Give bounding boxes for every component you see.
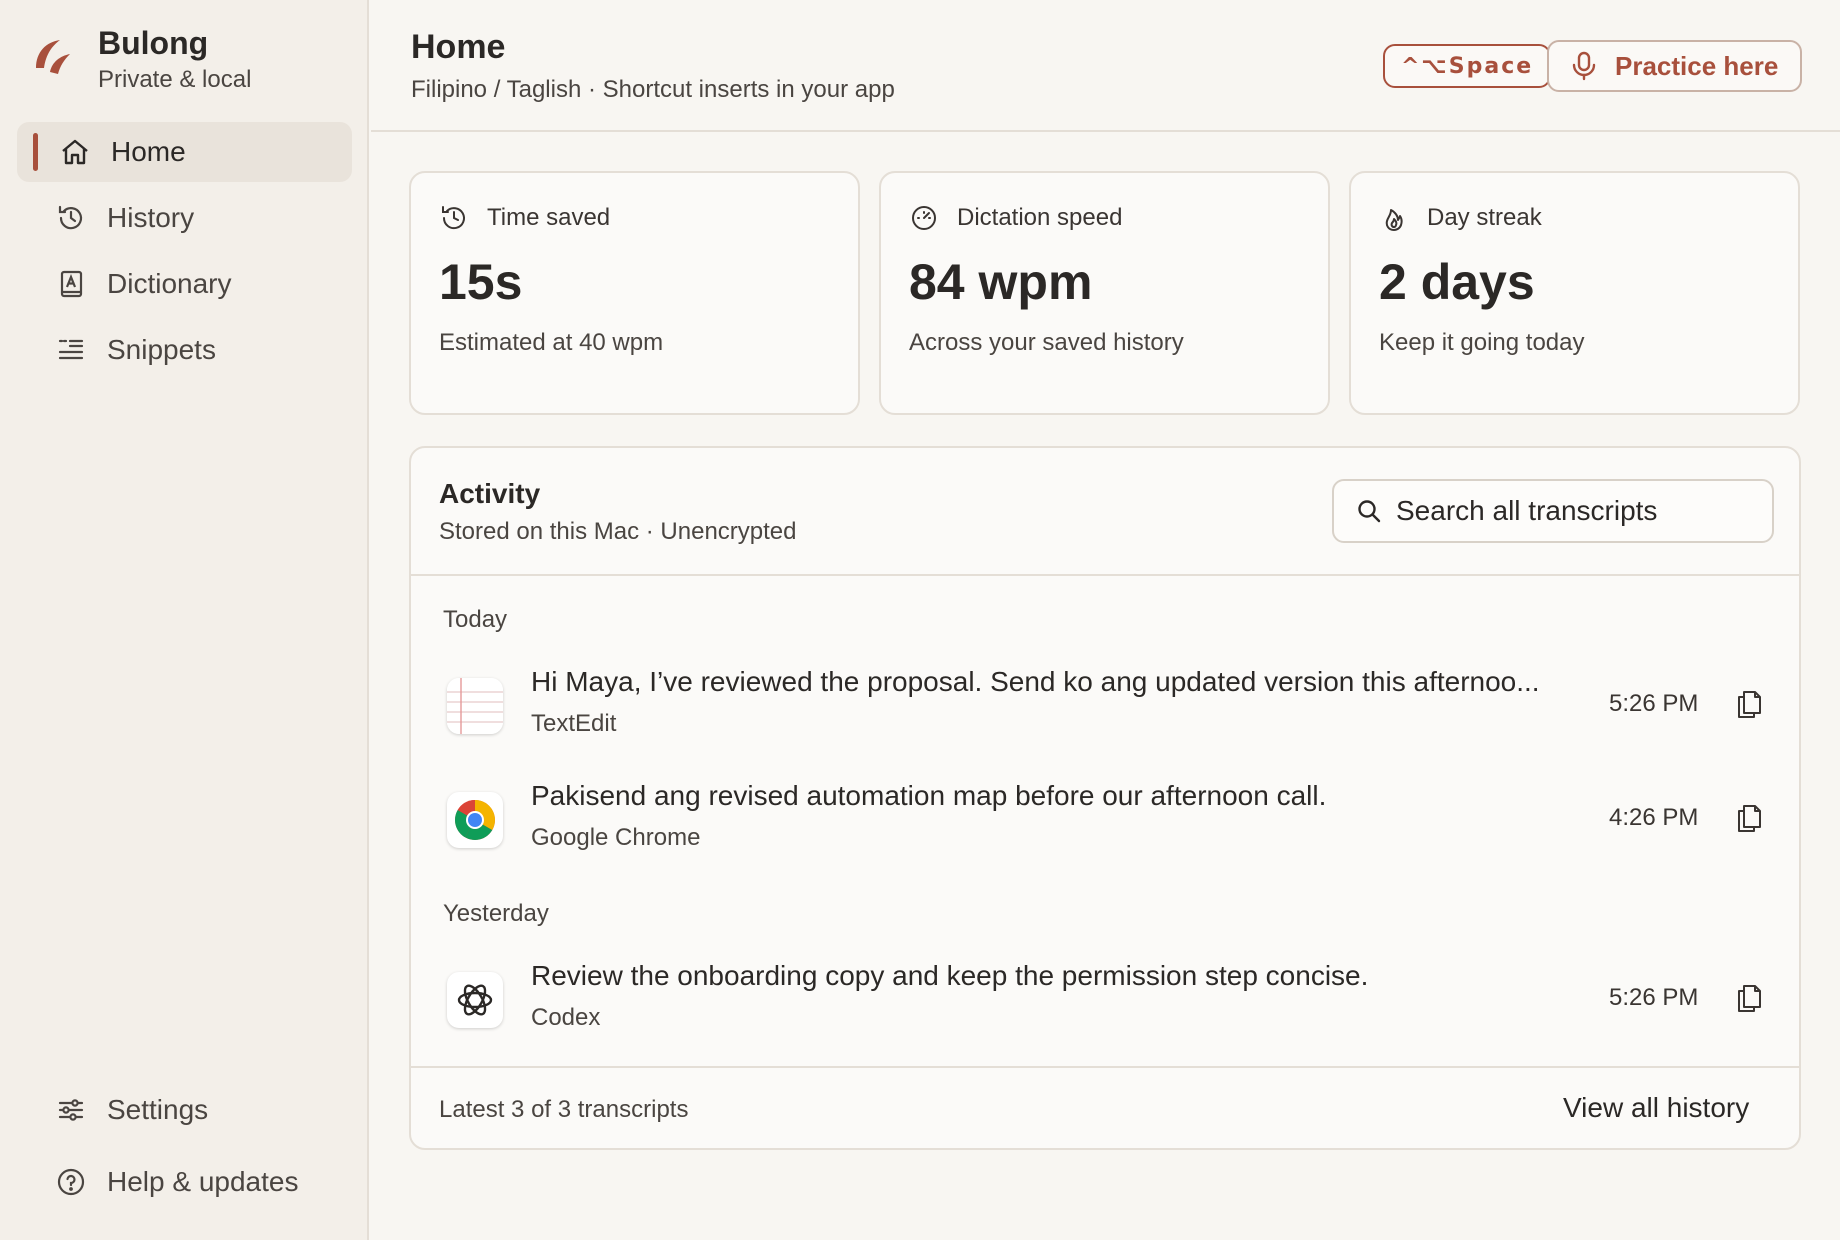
group-label-today: Today xyxy=(443,606,508,633)
stat-note: Across your saved history xyxy=(909,329,1184,356)
copy-icon xyxy=(1738,691,1761,718)
sidebar-nav: Home History Dictionary Snippets xyxy=(17,122,352,386)
stat-value: 2 days xyxy=(1379,254,1535,310)
stat-label: Time saved xyxy=(487,204,611,231)
group-label-yesterday: Yesterday xyxy=(443,900,549,927)
activity-subtitle: Stored on this Mac · Unencrypted xyxy=(439,518,797,545)
transcript-time: 4:26 PM xyxy=(1609,804,1699,831)
stat-label: Day streak xyxy=(1427,204,1542,231)
stat-label: Dictation speed xyxy=(957,204,1123,231)
app-name: Bulong xyxy=(98,25,209,61)
copy-button[interactable] xyxy=(1731,686,1767,722)
app-tagline: Private & local xyxy=(98,66,252,93)
clock-rewind-icon xyxy=(442,206,465,230)
copy-button[interactable] xyxy=(1731,980,1767,1016)
transcript-count: Latest 3 of 3 transcripts xyxy=(439,1096,689,1123)
page-title: Home xyxy=(411,28,506,66)
codex-icon xyxy=(447,972,503,1028)
activity-panel: Activity Stored on this Mac · Unencrypte… xyxy=(409,446,1801,1150)
sidebar-item-label: History xyxy=(107,202,195,233)
microphone-icon xyxy=(1572,51,1596,81)
sidebar-item-history[interactable]: History xyxy=(17,188,352,248)
sliders-icon xyxy=(55,1094,87,1126)
textedit-icon xyxy=(447,678,503,734)
list-item[interactable]: Pakisend ang revised automation map befo… xyxy=(411,778,1799,878)
stat-note: Estimated at 40 wpm xyxy=(439,329,664,356)
practice-button-label: Practice here xyxy=(1615,50,1779,81)
search-box[interactable] xyxy=(1332,479,1774,543)
home-icon xyxy=(59,136,91,168)
sidebar-item-help[interactable]: Help & updates xyxy=(17,1152,352,1212)
transcript-text: Review the onboarding copy and keep the … xyxy=(531,960,1369,991)
sidebar-item-label: Snippets xyxy=(107,334,216,365)
copy-icon xyxy=(1738,985,1761,1012)
stat-value: 15s xyxy=(439,254,523,310)
sidebar: Bulong Private & local Home History Dict… xyxy=(0,0,369,1240)
sidebar-item-label: Settings xyxy=(107,1094,209,1125)
sidebar-item-label: Home xyxy=(111,136,186,167)
transcript-app: TextEdit xyxy=(531,710,617,737)
transcript-time: 5:26 PM xyxy=(1609,690,1699,717)
transcript-app: Google Chrome xyxy=(531,824,701,851)
history-icon xyxy=(55,202,87,234)
chrome-icon xyxy=(447,792,503,848)
sidebar-item-home[interactable]: Home xyxy=(17,122,352,182)
flame-icon xyxy=(1385,209,1403,231)
search-icon xyxy=(1358,500,1381,523)
activity-title: Activity xyxy=(439,478,541,509)
stat-value: 84 wpm xyxy=(909,254,1093,310)
snippets-icon xyxy=(55,334,87,366)
search-input[interactable] xyxy=(1396,495,1756,527)
view-all-history-link[interactable]: View all history xyxy=(1563,1092,1749,1124)
transcript-time: 5:26 PM xyxy=(1609,984,1699,1011)
sidebar-item-label: Help & updates xyxy=(107,1166,299,1197)
stat-card-time-saved: Time saved 15s Estimated at 40 wpm xyxy=(409,171,860,415)
transcript-text: Pakisend ang revised automation map befo… xyxy=(531,780,1327,811)
divider xyxy=(411,574,1799,576)
sidebar-bottom-nav: Settings Help & updates xyxy=(17,1080,352,1224)
shortcut-badge[interactable]: ^⌥Space xyxy=(1383,44,1552,88)
bulong-logo-icon xyxy=(36,40,70,74)
stat-card-dictation-speed: Dictation speed 84 wpm Across your saved… xyxy=(879,171,1330,415)
sidebar-item-label: Dictionary xyxy=(107,268,232,299)
transcript-text: Hi Maya, I’ve reviewed the proposal. Sen… xyxy=(531,666,1540,697)
copy-button[interactable] xyxy=(1731,800,1767,836)
list-item[interactable]: Review the onboarding copy and keep the … xyxy=(411,958,1799,1058)
divider xyxy=(411,1066,1799,1068)
dictionary-icon xyxy=(55,268,87,300)
list-item[interactable]: Hi Maya, I’ve reviewed the proposal. Sen… xyxy=(411,664,1799,764)
brand: Bulong Private & local xyxy=(30,24,251,94)
stat-card-day-streak: Day streak 2 days Keep it going today xyxy=(1349,171,1800,415)
speedometer-icon xyxy=(912,206,936,230)
sidebar-item-settings[interactable]: Settings xyxy=(17,1080,352,1140)
page-header: Home Filipino / Taglish · Shortcut inser… xyxy=(371,0,1840,132)
help-icon xyxy=(55,1166,87,1198)
page-subtitle: Filipino / Taglish · Shortcut inserts in… xyxy=(411,76,895,103)
sidebar-item-snippets[interactable]: Snippets xyxy=(17,320,352,380)
practice-here-button[interactable]: Practice here xyxy=(1547,40,1802,92)
transcript-app: Codex xyxy=(531,1004,601,1031)
copy-icon xyxy=(1738,805,1761,832)
stat-note: Keep it going today xyxy=(1379,329,1585,356)
sidebar-item-dictionary[interactable]: Dictionary xyxy=(17,254,352,314)
